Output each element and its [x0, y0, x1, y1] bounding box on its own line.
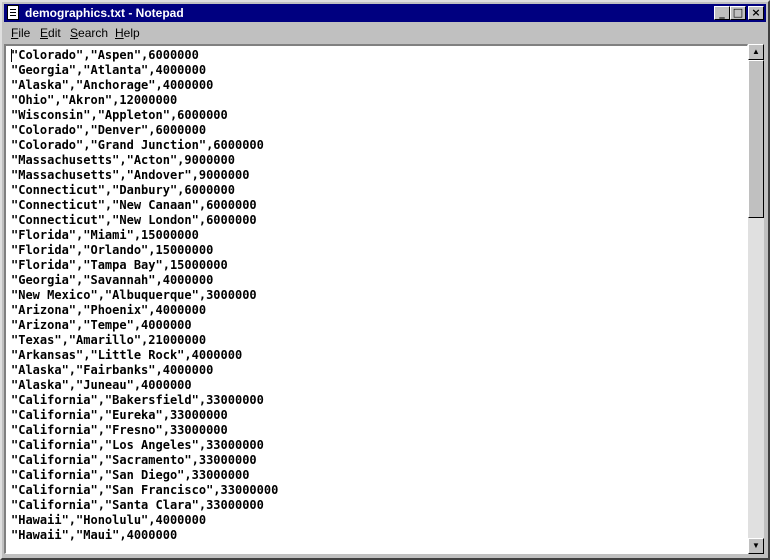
text-line: "Florida","Miami",15000000	[11, 228, 199, 242]
text-editor[interactable]: "Colorado","Aspen",6000000 "Georgia","Atl…	[4, 44, 748, 554]
maximize-button[interactable]: □	[730, 6, 746, 20]
text-line: "Connecticut","Danbury",6000000	[11, 183, 235, 197]
menu-edit-label: dit	[48, 26, 61, 40]
text-line: "California","San Diego",33000000	[11, 468, 250, 482]
menu-search-accel: S	[70, 26, 79, 40]
text-line: "Alaska","Anchorage",4000000	[11, 78, 214, 92]
window-title: demographics.txt - Notepad	[25, 6, 184, 20]
text-line: "Colorado","Grand Junction",6000000	[11, 138, 264, 152]
text-line: "Massachusetts","Andover",9000000	[11, 168, 250, 182]
notepad-window: demographics.txt - Notepad _ □ × File Ed…	[0, 0, 770, 560]
text-line: "California","Fresno",33000000	[11, 423, 228, 437]
minimize-button[interactable]: _	[714, 6, 730, 20]
menu-bar: File Edit Search Help	[4, 24, 766, 43]
menu-search[interactable]: Search	[70, 26, 108, 40]
vertical-scrollbar[interactable]: ▲ ▼	[748, 44, 764, 554]
text-line: "California","Eureka",33000000	[11, 408, 228, 422]
text-line: "California","Los Angeles",33000000	[11, 438, 264, 452]
text-line: "Connecticut","New Canaan",6000000	[11, 198, 257, 212]
text-line: "Florida","Tampa Bay",15000000	[11, 258, 228, 272]
text-line: "Massachusetts","Acton",9000000	[11, 153, 235, 167]
text-line: "Connecticut","New London",6000000	[11, 213, 257, 227]
document-text[interactable]: "Colorado","Aspen",6000000 "Georgia","Atl…	[11, 48, 278, 543]
menu-help[interactable]: Help	[115, 26, 140, 40]
text-line: "Alaska","Juneau",4000000	[11, 378, 192, 392]
menu-edit-accel: E	[40, 26, 49, 40]
text-line: "Wisconsin","Appleton",6000000	[11, 108, 228, 122]
text-line: "Arizona","Tempe",4000000	[11, 318, 192, 332]
menu-file[interactable]: File	[11, 26, 30, 40]
text-line: "California","Sacramento",33000000	[11, 453, 257, 467]
text-line: "Arizona","Phoenix",4000000	[11, 303, 207, 317]
scroll-down-arrow-icon[interactable]: ▼	[748, 538, 764, 554]
menu-edit[interactable]: Edit	[40, 26, 61, 40]
text-line: "Hawaii","Maui",4000000	[11, 528, 178, 542]
scroll-up-arrow-icon[interactable]: ▲	[748, 44, 764, 60]
menu-search-label: earch	[78, 26, 109, 40]
text-line: "Arkansas","Little Rock",4000000	[11, 348, 243, 362]
text-line: "California","San Francisco",33000000	[11, 483, 279, 497]
notepad-icon[interactable]	[7, 5, 19, 20]
text-line: "Georgia","Savannah",4000000	[11, 273, 214, 287]
close-button[interactable]: ×	[748, 6, 764, 20]
text-line: "Colorado","Denver",6000000	[11, 123, 207, 137]
text-line: "California","Santa Clara",33000000	[11, 498, 264, 512]
text-line: "New Mexico","Albuquerque",3000000	[11, 288, 257, 302]
text-line: "Georgia","Atlanta",4000000	[11, 63, 207, 77]
menu-help-accel: H	[115, 26, 124, 40]
text-line: "Colorado","Aspen",6000000	[11, 48, 199, 62]
text-line: "Alaska","Fairbanks",4000000	[11, 363, 214, 377]
text-line: "Florida","Orlando",15000000	[11, 243, 214, 257]
scroll-thumb[interactable]	[748, 60, 764, 218]
text-line: "California","Bakersfield",33000000	[11, 393, 264, 407]
menu-help-label: elp	[123, 26, 140, 40]
menu-file-label: ile	[18, 26, 31, 40]
text-line: "Ohio","Akron",12000000	[11, 93, 178, 107]
text-line: "Hawaii","Honolulu",4000000	[11, 513, 207, 527]
title-bar[interactable]: demographics.txt - Notepad _ □ ×	[4, 4, 766, 22]
text-line: "Texas","Amarillo",21000000	[11, 333, 207, 347]
